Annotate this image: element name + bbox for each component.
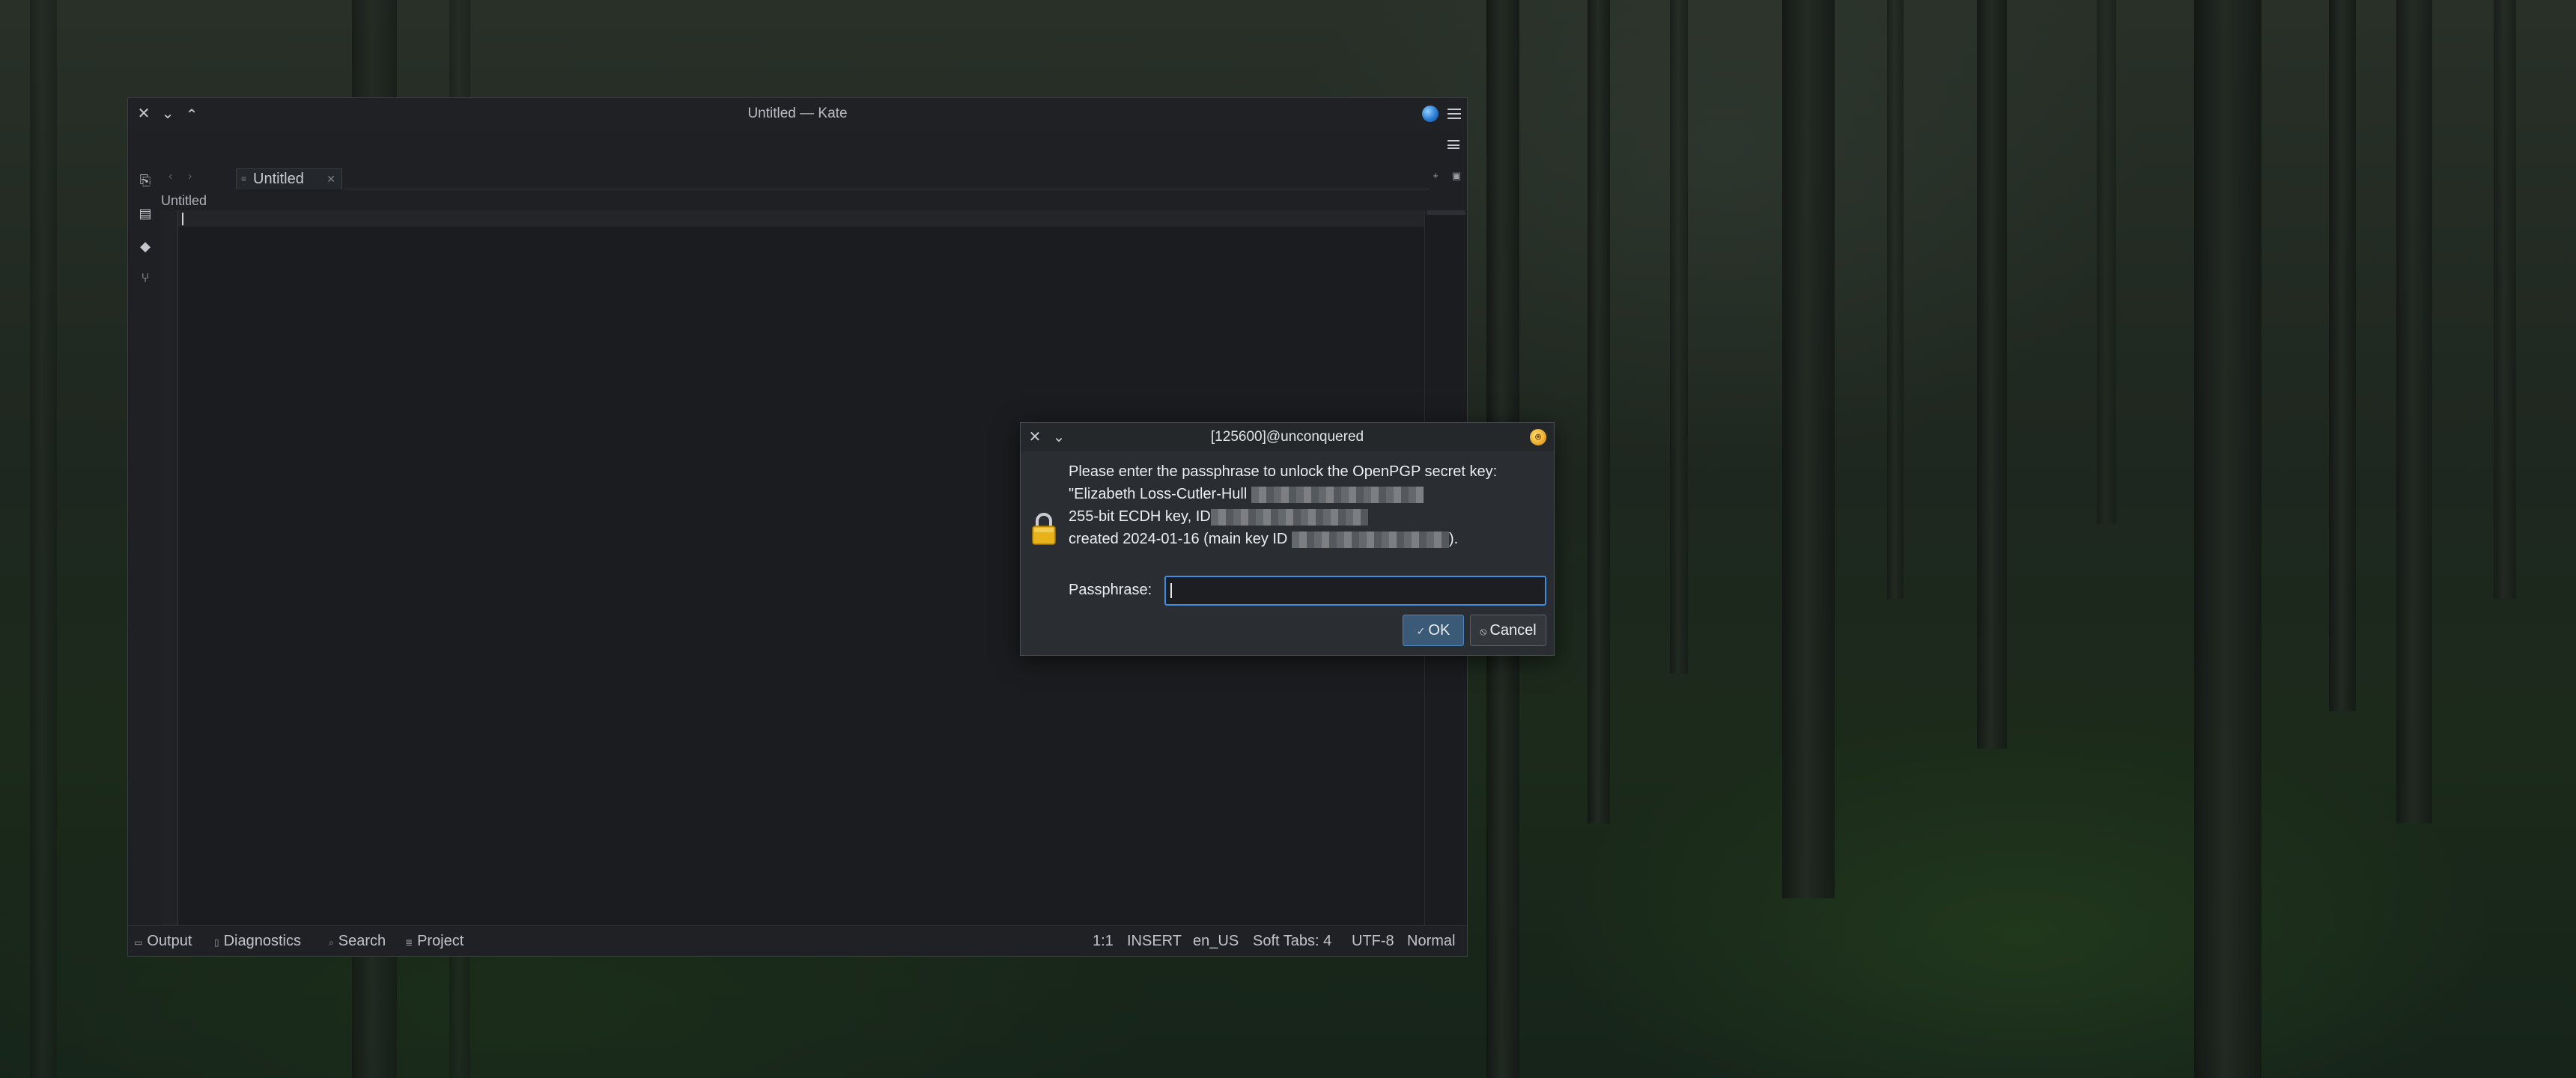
output-icon: ▭ <box>134 937 143 948</box>
padlock-icon <box>1032 513 1056 545</box>
kate-titlebar[interactable]: ✕ ⌄ ⌃ Untitled — Kate <box>128 98 1467 130</box>
hamburger-menu-icon[interactable] <box>1448 109 1461 119</box>
passphrase-label: Passphrase: <box>1069 582 1152 598</box>
dialog-title: [125600]@unconquered <box>1210 429 1364 445</box>
new-tab-icon[interactable]: + <box>1433 170 1439 181</box>
tab-untitled[interactable]: ≡ Untitled ✕ <box>236 168 342 189</box>
breadcrumb[interactable]: Untitled <box>161 192 207 209</box>
input-mode[interactable]: Normal <box>1407 926 1455 956</box>
view-menu-icon[interactable] <box>1448 140 1459 149</box>
diagnostics-toolview-button[interactable]: ▯ Diagnostics <box>214 926 301 956</box>
text-cursor <box>182 213 183 225</box>
message-line: created 2024-01-16 (main key ID ). <box>1069 531 1459 548</box>
redacted-email <box>1251 486 1424 503</box>
pinentry-app-icon: ⍟ <box>1530 429 1546 445</box>
project-toolview-button[interactable]: ≣ Project <box>405 926 464 956</box>
checkmark-icon: ✓ <box>1416 625 1426 637</box>
dialog-titlebar[interactable]: ✕ ⌄ [125600]@unconquered ⍟ <box>1021 423 1554 451</box>
projects-icon[interactable]: ▤ <box>136 204 154 222</box>
back-arrow-icon[interactable]: ‹ <box>168 170 172 183</box>
edit-mode[interactable]: INSERT <box>1127 926 1182 956</box>
tab-close-icon[interactable]: ✕ <box>326 169 335 189</box>
passphrase-input[interactable] <box>1164 576 1546 606</box>
left-sidebar: ⎘ ▤ ◆ ⑂ <box>128 165 161 926</box>
ok-button[interactable]: ✓ OK <box>1403 615 1464 646</box>
dictionary-language[interactable]: en_US <box>1193 926 1239 956</box>
search-toolview-button[interactable]: ⌕ Search <box>329 926 386 956</box>
line-number-gutter <box>161 210 178 926</box>
cursor-position[interactable]: 1:1 <box>1093 926 1114 956</box>
project-icon: ≣ <box>405 937 413 948</box>
split-view-icon[interactable]: ▣ <box>1452 170 1461 182</box>
diagnostics-icon: ▯ <box>214 937 219 948</box>
indentation-setting[interactable]: Soft Tabs: 4 <box>1253 926 1331 956</box>
encoding-setting[interactable]: UTF-8 <box>1352 926 1394 956</box>
status-bar: ▭ Output ▯ Diagnostics ⌕ Search ≣ Project 1:… <box>128 925 1467 956</box>
document-icon: ≡ <box>241 174 247 184</box>
toolbar-row <box>128 130 1467 165</box>
tab-bar: ‹ › ≡ Untitled ✕ + ▣ <box>161 165 1467 192</box>
symbols-icon[interactable]: ⑂ <box>136 269 154 287</box>
text-caret <box>1170 583 1172 598</box>
redacted-key-id <box>1210 508 1368 526</box>
output-toolview-button[interactable]: ▭ Output <box>134 926 192 956</box>
message-line: 255-bit ECDH key, ID <box>1069 505 1548 528</box>
search-icon: ⌕ <box>329 937 334 948</box>
git-icon[interactable]: ◆ <box>136 237 154 255</box>
desktop-wallpaper: ✕ ⌄ ⌃ Untitled — Kate ⎘ ▤ ◆ ⑂ ‹ › ≡ Unti… <box>0 0 2576 1078</box>
message-line: Please enter the passphrase to unlock th… <box>1069 463 1498 480</box>
message-line: "Elizabeth Loss-Cutler-Hull <box>1069 483 1548 505</box>
forward-arrow-icon[interactable]: › <box>188 170 192 183</box>
redacted-main-key-id <box>1291 531 1449 548</box>
dialog-message: Please enter the passphrase to unlock th… <box>1069 460 1548 550</box>
documents-icon[interactable]: ⎘ <box>136 171 154 189</box>
cancel-icon: ⦸ <box>1480 625 1487 637</box>
pinentry-dialog: ✕ ⌄ [125600]@unconquered ⍟ Please enter … <box>1020 422 1555 656</box>
globe-icon[interactable] <box>1422 106 1439 122</box>
cancel-button[interactable]: ⦸ Cancel <box>1470 615 1546 646</box>
tab-label: Untitled <box>253 171 304 187</box>
window-title: Untitled — Kate <box>747 106 848 121</box>
current-line-highlight <box>178 210 1425 227</box>
